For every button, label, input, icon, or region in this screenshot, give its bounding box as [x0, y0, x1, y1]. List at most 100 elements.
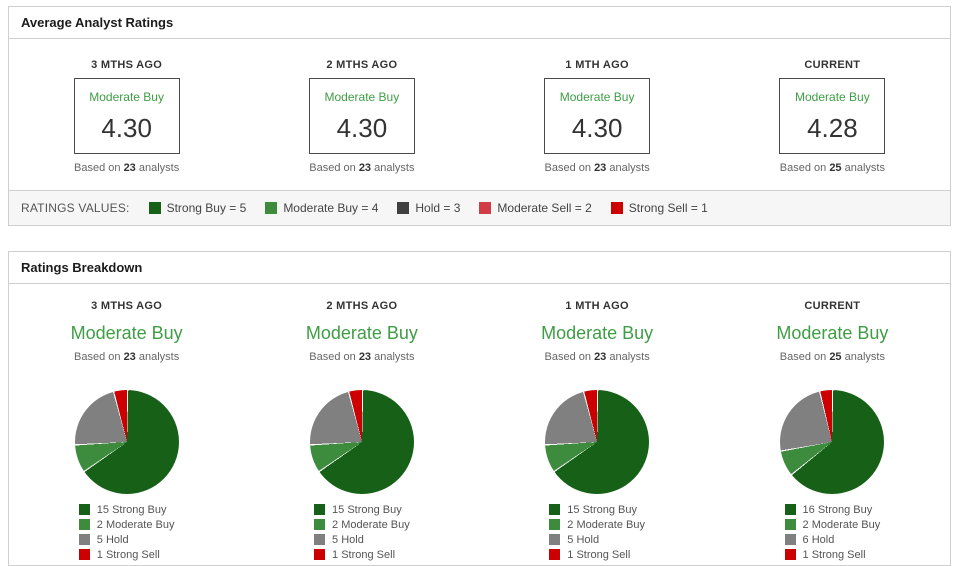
period-label: 2 MTHS AGO [244, 300, 479, 312]
pie-legend-row: 1 Strong Sell [785, 547, 881, 562]
pie-legend-label: 2 Moderate Buy [567, 519, 645, 531]
ratings-values-legend: RATINGS VALUES: Strong Buy = 5 Moderate … [9, 190, 950, 225]
pie-legend: 15 Strong Buy 2 Moderate Buy 5 Hold 1 St… [314, 502, 410, 562]
legend-item-strong-sell: Strong Sell = 1 [611, 201, 708, 215]
pie-legend-label: 15 Strong Buy [567, 504, 637, 516]
based-on-suffix: analysts [139, 162, 179, 174]
pie-chart [545, 390, 649, 494]
based-on-text: Based on 23 analysts [480, 351, 715, 379]
score-value: 4.30 [337, 113, 388, 144]
breakdown-column-3mths: 3 MTHS AGO Moderate Buy Based on 23 anal… [9, 300, 244, 565]
analyst-count: 23 [124, 351, 136, 363]
rating-value-box: Moderate Buy 4.30 [74, 78, 180, 154]
pie-legend-label: 5 Hold [332, 534, 364, 546]
based-on-suffix: analysts [374, 162, 414, 174]
pie-legend-row: 1 Strong Sell [79, 547, 175, 562]
legend-item-hold: Hold = 3 [397, 201, 460, 215]
rating-text: Moderate Buy [325, 90, 400, 104]
based-on-prefix: Based on [74, 162, 120, 174]
rating-text: Moderate Buy [89, 90, 164, 104]
period-label: CURRENT [715, 300, 950, 312]
panel-title: Ratings Breakdown [9, 252, 950, 284]
strong-buy-swatch-icon [549, 504, 560, 515]
pie-legend-label: 2 Moderate Buy [803, 519, 881, 531]
moderate-buy-swatch-icon [79, 519, 90, 530]
pie-legend-label: 5 Hold [567, 534, 599, 546]
pie-legend-label: 5 Hold [97, 534, 129, 546]
based-on-text: Based on 25 analysts [715, 351, 950, 379]
score-value: 4.30 [101, 113, 152, 144]
pie-legend-row: 1 Strong Sell [549, 547, 645, 562]
legend-item-strong-buy: Strong Buy = 5 [149, 201, 247, 215]
strong-sell-swatch-icon [314, 549, 325, 560]
hold-swatch-icon [549, 534, 560, 545]
pie-legend-row: 5 Hold [314, 532, 410, 547]
rating-column-1mth: 1 MTH AGO Moderate Buy 4.30 Based on 23 … [480, 59, 715, 190]
strong-sell-swatch-icon [79, 549, 90, 560]
legend-item-moderate-buy: Moderate Buy = 4 [265, 201, 378, 215]
based-on-prefix: Based on [780, 351, 826, 363]
pie-legend-row: 15 Strong Buy [549, 502, 645, 517]
rating-value-box: Moderate Buy 4.30 [309, 78, 415, 154]
based-on-suffix: analysts [845, 162, 885, 174]
based-on-prefix: Based on [545, 351, 591, 363]
analyst-count: 25 [829, 351, 841, 363]
pie-legend-label: 2 Moderate Buy [332, 519, 410, 531]
consensus-rating-text: Moderate Buy [480, 323, 715, 344]
score-value: 4.30 [572, 113, 623, 144]
legend-item-label: Strong Sell = 1 [629, 201, 708, 215]
pie-legend-row: 15 Strong Buy [79, 502, 175, 517]
strong-buy-swatch-icon [314, 504, 325, 515]
rating-column-current: CURRENT Moderate Buy 4.28 Based on 25 an… [715, 59, 950, 190]
based-on-text: Based on 23 analysts [244, 162, 479, 190]
breakdown-column-1mth: 1 MTH AGO Moderate Buy Based on 23 analy… [480, 300, 715, 565]
pie-legend-row: 2 Moderate Buy [314, 517, 410, 532]
strong-sell-swatch-icon [611, 202, 623, 214]
pie-legend-label: 15 Strong Buy [332, 504, 402, 516]
pie-legend-label: 1 Strong Sell [567, 549, 630, 561]
strong-buy-swatch-icon [785, 504, 796, 515]
period-label: 3 MTHS AGO [9, 59, 244, 71]
pie-chart [75, 390, 179, 494]
consensus-rating-text: Moderate Buy [9, 323, 244, 344]
rating-value-box: Moderate Buy 4.30 [544, 78, 650, 154]
pie-legend-row: 2 Moderate Buy [79, 517, 175, 532]
rating-column-3mths: 3 MTHS AGO Moderate Buy 4.30 Based on 23… [9, 59, 244, 190]
moderate-buy-swatch-icon [785, 519, 796, 530]
based-on-text: Based on 23 analysts [9, 351, 244, 379]
based-on-text: Based on 23 analysts [244, 351, 479, 379]
rating-text: Moderate Buy [795, 90, 870, 104]
pie-legend-label: 2 Moderate Buy [97, 519, 175, 531]
based-on-text: Based on 23 analysts [9, 162, 244, 190]
rating-value-box: Moderate Buy 4.28 [779, 78, 885, 154]
hold-swatch-icon [79, 534, 90, 545]
based-on-suffix: analysts [374, 351, 414, 363]
breakdown-column-2mths: 2 MTHS AGO Moderate Buy Based on 23 anal… [244, 300, 479, 565]
consensus-rating-text: Moderate Buy [715, 323, 950, 344]
pie-legend-label: 6 Hold [803, 534, 835, 546]
period-label: 3 MTHS AGO [9, 300, 244, 312]
period-label: CURRENT [715, 59, 950, 71]
analyst-count: 23 [594, 162, 606, 174]
analyst-count: 23 [359, 162, 371, 174]
based-on-prefix: Based on [309, 162, 355, 174]
consensus-rating-text: Moderate Buy [244, 323, 479, 344]
pie-legend-row: 2 Moderate Buy [549, 517, 645, 532]
based-on-prefix: Based on [780, 162, 826, 174]
pie-legend-row: 2 Moderate Buy [785, 517, 881, 532]
period-label: 2 MTHS AGO [244, 59, 479, 71]
strong-buy-swatch-icon [149, 202, 161, 214]
legend-item-label: Moderate Buy = 4 [283, 201, 378, 215]
strong-sell-swatch-icon [785, 549, 796, 560]
pie-legend: 16 Strong Buy 2 Moderate Buy 6 Hold 1 St… [785, 502, 881, 562]
period-label: 1 MTH AGO [480, 300, 715, 312]
average-ratings-columns: 3 MTHS AGO Moderate Buy 4.30 Based on 23… [9, 39, 950, 190]
based-on-suffix: analysts [845, 351, 885, 363]
pie-legend-row: 5 Hold [79, 532, 175, 547]
pie-legend-row: 5 Hold [549, 532, 645, 547]
average-analyst-ratings-panel: Average Analyst Ratings 3 MTHS AGO Moder… [8, 6, 951, 226]
legend-item-label: Moderate Sell = 2 [497, 201, 591, 215]
legend-item-moderate-sell: Moderate Sell = 2 [479, 201, 591, 215]
analyst-count: 25 [829, 162, 841, 174]
based-on-prefix: Based on [309, 351, 355, 363]
